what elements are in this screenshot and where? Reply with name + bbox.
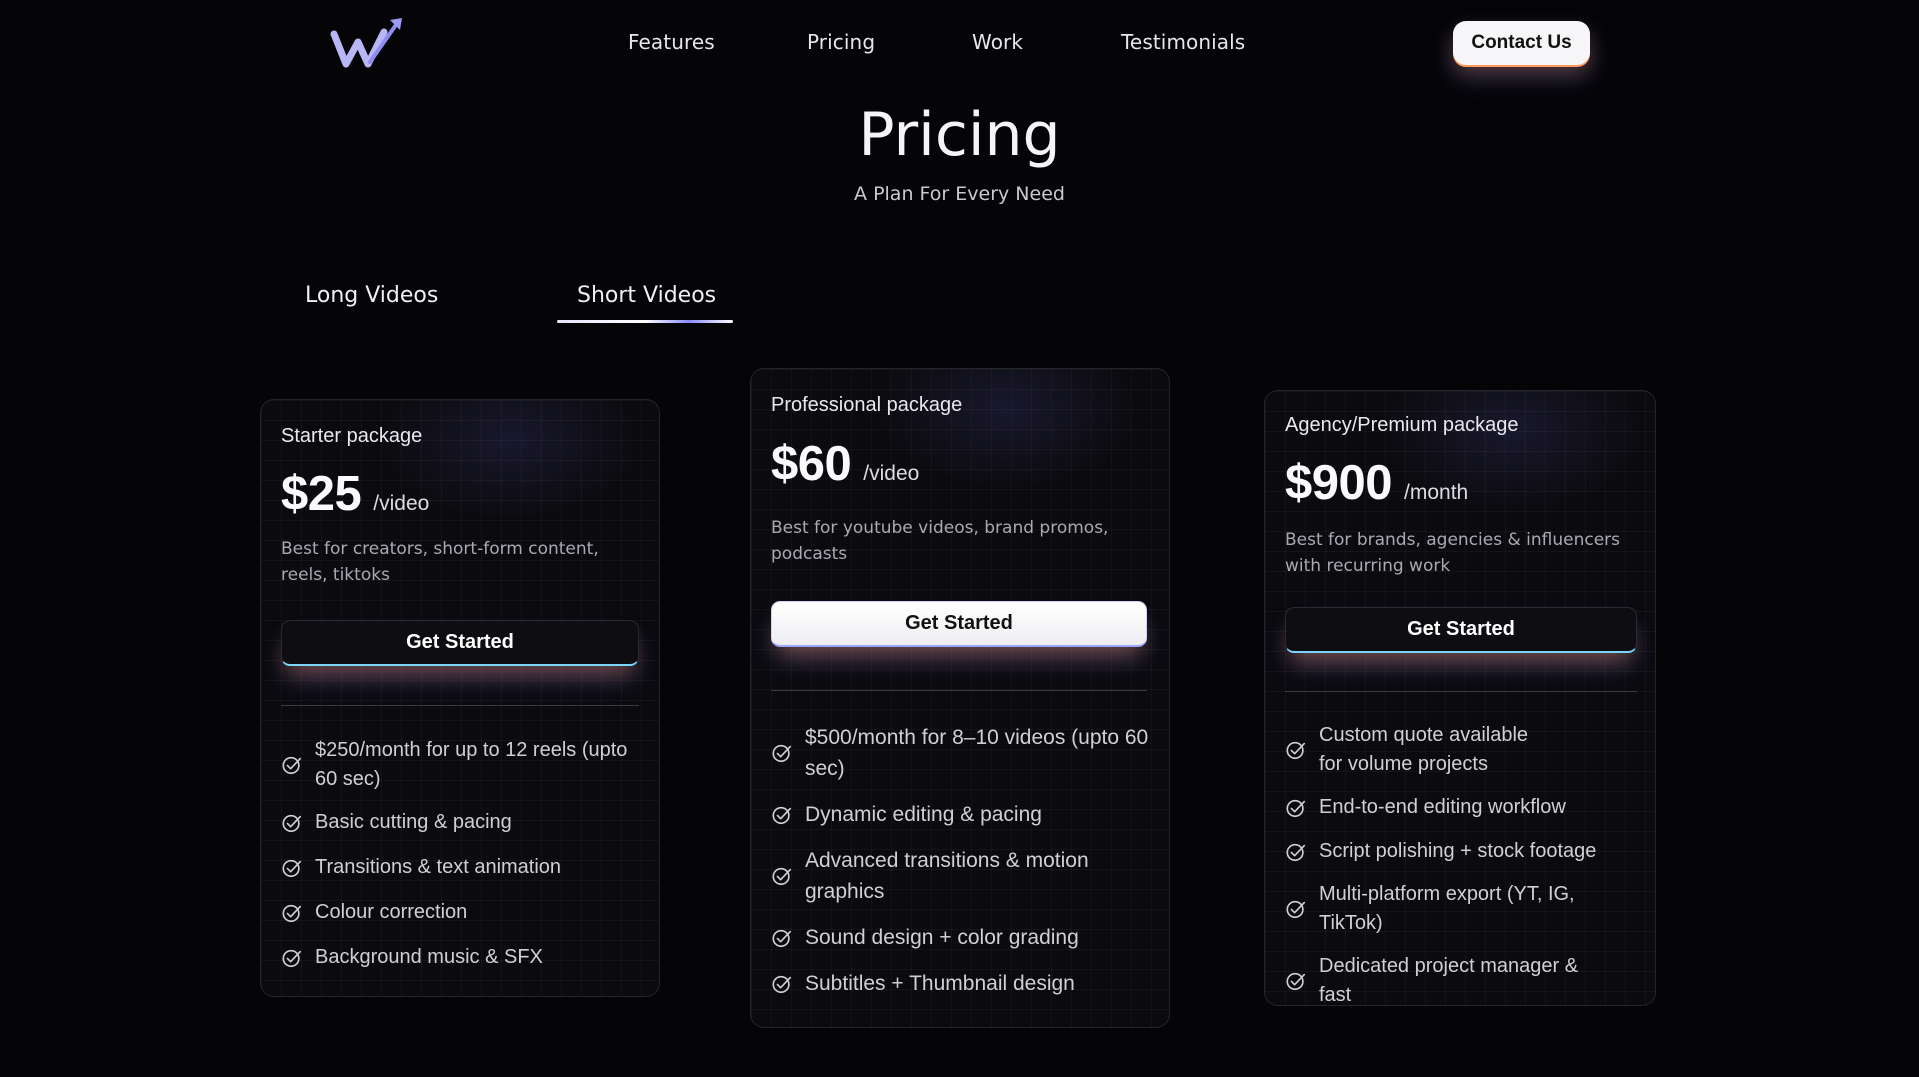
contact-us-button[interactable]: Contact Us <box>1453 21 1590 65</box>
divider <box>281 705 639 706</box>
plan-price: $25 /video <box>281 466 429 522</box>
check-circle-icon <box>772 975 792 993</box>
feature-text: Subtitles + Thumbnail design <box>805 972 1075 995</box>
feature-item: Custom quote available for volume projec… <box>1285 721 1605 779</box>
check-circle-icon <box>282 814 302 832</box>
feature-text: End-to-end editing workflow <box>1319 796 1566 818</box>
feature-text: Script polishing + stock footage <box>1319 840 1597 862</box>
feature-list: $250/month for up to 12 reels (upto 60 s… <box>281 736 641 972</box>
feature-list: Custom quote available for volume projec… <box>1285 721 1605 1006</box>
feature-item: Script polishing + stock footage <box>1285 837 1605 866</box>
price-unit: /video <box>863 462 920 485</box>
plan-card-starter: Starter package $25 /video Best for crea… <box>260 399 660 997</box>
pricing-page: Features Pricing Work Testimonials Conta… <box>0 0 1919 1077</box>
check-circle-icon <box>772 744 792 763</box>
price-amount: $25 <box>281 467 362 521</box>
plan-card-agency: Agency/Premium package $900 /month Best … <box>1264 390 1656 1006</box>
feature-list: $500/month for 8–10 videos (upto 60 sec)… <box>771 722 1151 999</box>
check-circle-icon <box>282 756 302 775</box>
plan-name: Professional package <box>771 394 963 416</box>
check-circle-icon <box>1286 843 1306 861</box>
tab-long-videos[interactable]: Long Videos <box>305 283 438 308</box>
get-started-button[interactable]: Get Started <box>1285 607 1637 653</box>
feature-item: $250/month for up to 12 reels (upto 60 s… <box>281 736 641 794</box>
nav-link-pricing[interactable]: Pricing <box>807 30 875 54</box>
check-circle-icon <box>1286 900 1306 919</box>
feature-text: Transitions & text animation <box>315 856 562 878</box>
feature-item: Advanced transitions & motion graphics <box>771 845 1151 907</box>
feature-text: Multi-platform export (YT, IG, TikTok) <box>1319 883 1575 934</box>
plan-price: $900 /month <box>1285 455 1468 511</box>
feature-text: Basic cutting & pacing <box>315 811 512 833</box>
active-tab-indicator <box>557 320 733 323</box>
divider <box>771 690 1147 691</box>
feature-text: Sound design + color grading <box>805 926 1079 949</box>
feature-text: Dynamic editing & pacing <box>805 803 1042 826</box>
price-unit: /month <box>1404 481 1469 504</box>
check-circle-icon <box>1286 741 1306 760</box>
nav-link-features[interactable]: Features <box>628 30 715 54</box>
check-circle-icon <box>772 806 792 824</box>
get-started-button[interactable]: Get Started <box>281 620 639 666</box>
feature-item: End-to-end editing workflow <box>1285 793 1605 822</box>
plan-card-professional: Professional package $60 /video Best for… <box>750 368 1170 1028</box>
plan-name: Agency/Premium package <box>1285 414 1519 436</box>
w-arrow-logo-icon[interactable] <box>330 16 410 70</box>
feature-item: Background music & SFX <box>281 943 641 972</box>
check-circle-icon <box>772 867 792 886</box>
price-unit: /video <box>373 492 430 515</box>
feature-text: Background music & SFX <box>315 946 543 968</box>
price-amount: $60 <box>771 437 852 491</box>
check-circle-icon <box>282 949 302 967</box>
feature-item: Transitions & text animation <box>281 853 641 882</box>
page-subtitle: A Plan For Every Need <box>854 183 1065 205</box>
feature-item: Basic cutting & pacing <box>281 808 641 837</box>
plan-description: Best for creators, short-form content, r… <box>281 539 599 585</box>
feature-text: Custom quote available for volume projec… <box>1319 724 1529 775</box>
feature-item: Dedicated project manager & fast <box>1285 952 1605 1006</box>
plan-description: Best for youtube videos, brand promos, p… <box>771 518 1109 564</box>
plan-name: Starter package <box>281 425 423 447</box>
check-circle-icon <box>282 904 302 922</box>
check-circle-icon <box>282 859 302 877</box>
feature-item: Subtitles + Thumbnail design <box>771 968 1151 999</box>
feature-text: Advanced transitions & motion graphics <box>805 849 1089 903</box>
feature-text: Colour correction <box>315 901 468 923</box>
check-circle-icon <box>1286 799 1306 817</box>
check-circle-icon <box>1286 972 1306 991</box>
page-title: Pricing <box>858 100 1061 170</box>
plan-description: Best for brands, agencies & influencers … <box>1285 530 1621 576</box>
feature-item: Sound design + color grading <box>771 922 1151 953</box>
feature-item: Multi-platform export (YT, IG, TikTok) <box>1285 880 1605 938</box>
plan-price: $60 /video <box>771 436 919 492</box>
feature-text: $250/month for up to 12 reels (upto 60 s… <box>315 739 628 790</box>
check-circle-icon <box>772 929 792 947</box>
feature-item: Dynamic editing & pacing <box>771 799 1151 830</box>
feature-text: $500/month for 8–10 videos (upto 60 sec) <box>805 726 1149 780</box>
get-started-button[interactable]: Get Started <box>771 601 1147 647</box>
divider <box>1285 691 1637 692</box>
nav-link-testimonials[interactable]: Testimonials <box>1121 30 1245 54</box>
tab-short-videos[interactable]: Short Videos <box>577 283 716 308</box>
feature-item: $500/month for 8–10 videos (upto 60 sec) <box>771 722 1151 784</box>
nav-link-work[interactable]: Work <box>972 30 1023 54</box>
feature-text: Dedicated project manager & fast <box>1319 955 1579 1006</box>
price-amount: $900 <box>1285 456 1393 510</box>
feature-item: Colour correction <box>281 898 641 927</box>
